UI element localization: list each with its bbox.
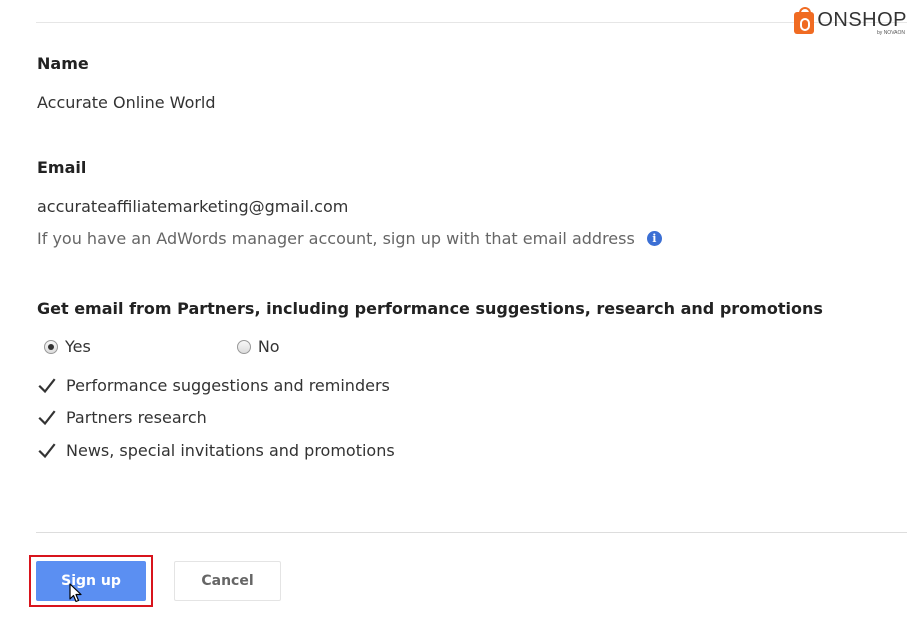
watermark-subtitle: by NOVAON [877,30,905,36]
signup-form-page: ONSHOP by NOVAON Name Accurate Online Wo… [0,0,907,630]
bottom-divider [36,532,907,533]
name-label: Name [37,54,89,73]
cancel-button[interactable]: Cancel [174,561,281,601]
email-hint-text: If you have an AdWords manager account, … [37,229,635,248]
checkbox-label: News, special invitations and promotions [66,441,395,460]
watermark-title: ONSHOP [817,9,907,31]
email-label: Email [37,158,87,177]
checkbox-performance-suggestions[interactable]: Performance suggestions and reminders [38,376,390,395]
top-divider [36,22,907,23]
checkbox-label: Performance suggestions and reminders [66,376,390,395]
checkmark-icon[interactable] [38,377,56,395]
checkbox-partners-research[interactable]: Partners research [38,408,207,427]
mouse-cursor-icon [69,583,82,603]
radio-option-no[interactable]: No [236,337,280,356]
info-icon[interactable]: i [646,231,662,246]
checkmark-icon[interactable] [38,409,56,427]
shopping-bag-icon [794,7,815,34]
onshop-watermark: ONSHOP by NOVAON [794,7,907,36]
radio-label-yes: Yes [65,337,91,356]
name-value: Accurate Online World [37,93,216,112]
email-hint: If you have an AdWords manager account, … [37,229,662,248]
checkmark-icon[interactable] [38,442,56,460]
radio-button-no[interactable] [236,339,251,354]
radio-option-yes[interactable]: Yes [44,337,91,356]
radio-button-yes[interactable] [44,339,58,354]
radio-label-no: No [257,337,280,356]
checkbox-news-promotions[interactable]: News, special invitations and promotions [38,441,395,460]
email-value: accurateaffiliatemarketing@gmail.com [37,197,349,216]
checkbox-label: Partners research [66,408,207,427]
sign-up-highlight-box [29,555,153,607]
partners-email-label: Get email from Partners, including perfo… [37,299,823,318]
email-preference-radio-group: Yes No [44,337,280,356]
